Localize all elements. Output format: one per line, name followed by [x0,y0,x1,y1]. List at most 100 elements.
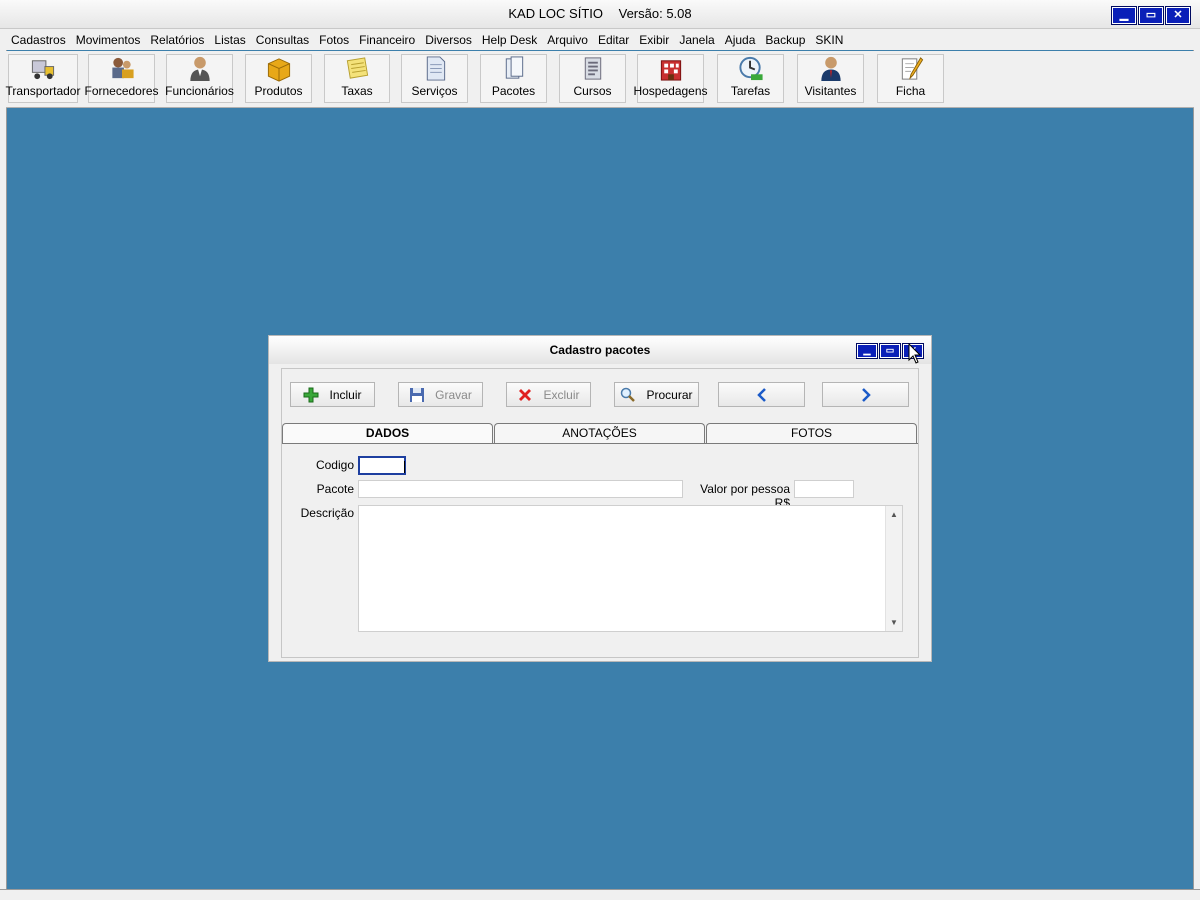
menu-backup[interactable]: Backup [760,33,810,47]
menu-financeiro[interactable]: Financeiro [354,33,420,47]
toolbar-funcionarios-button[interactable]: Funcionários [165,54,234,103]
valor-por-pessoa-field[interactable] [794,480,854,498]
minimize-icon[interactable]: ▁ [1111,6,1137,25]
window-frame-bottom [0,889,1200,900]
incluir-button[interactable]: Incluir [290,382,375,407]
toolbar-visitantes-button[interactable]: Visitantes [797,54,864,103]
menu-editar[interactable]: Editar [593,33,634,47]
toolbar-label: Transportador [5,84,81,98]
chevron-left-icon [756,387,766,402]
plus-icon [303,387,319,402]
tab-anotacoes[interactable]: ANOTAÇÕES [494,423,705,443]
menu-listas[interactable]: Listas [209,33,250,47]
toolbar-tarefas-button[interactable]: Tarefas [717,54,784,103]
toolbar-label: Ficha [895,84,926,98]
tab-panel-dados: Codigo Pacote Valor por pessoa R$ Descri… [282,443,918,656]
procurar-label: Procurar [646,387,693,402]
gravar-label: Gravar [435,387,472,402]
menu-janela[interactable]: Janela [674,33,719,47]
toolbar-fornecedores-button[interactable]: Fornecedores [84,54,159,103]
menu-fotos[interactable]: Fotos [314,33,354,47]
toolbar-ficha-button[interactable]: Ficha [877,54,944,103]
next-record-button[interactable] [822,382,909,407]
hotel-icon [660,60,681,81]
incluir-label: Incluir [329,387,362,402]
toolbar-servicos-button[interactable]: Serviços [401,54,468,103]
toolbar-label: Taxas [341,84,373,98]
toolbar-label: Visitantes [804,84,857,98]
scroll-up-icon[interactable]: ▲ [886,510,902,519]
menu-ajuda[interactable]: Ajuda [720,33,761,47]
toolbar-label: Fornecedores [84,84,159,98]
search-icon [621,387,636,402]
notepad-icon [346,57,369,79]
pages-icon [505,56,523,79]
toolbar-label: Produtos [254,84,303,98]
window-title: KAD LOC SÍTIO Versão: 5.08 [0,6,1200,21]
list-icon [584,57,601,80]
window-frame-left [0,0,7,900]
codigo-label: Codigo [315,458,354,472]
toolbar-label: Funcionários [165,84,234,98]
chevron-right-icon [861,387,871,402]
previous-record-button[interactable] [718,382,805,407]
toolbar-label: Pacotes [491,84,536,98]
scroll-down-icon[interactable]: ▼ [886,618,902,627]
menu-movimentos[interactable]: Movimentos [71,33,146,47]
maximize-icon[interactable]: ▭ [1138,6,1164,25]
close-icon[interactable]: ✕ [1165,6,1191,25]
truck-icon [31,60,55,80]
procurar-button[interactable]: Procurar [614,382,699,407]
dialog-title-bar: Cadastro pacotes ▁ ▭ ✕ [269,336,931,364]
toolbar-pacotes-button[interactable]: Pacotes [480,54,547,103]
clock-icon [738,56,763,81]
menu-help-desk[interactable]: Help Desk [477,33,542,47]
title-bar: KAD LOC SÍTIO Versão: 5.08 ▁ ▭ ✕ [0,0,1200,29]
tab-fotos[interactable]: FOTOS [706,423,917,443]
mouse-cursor-icon [908,343,922,364]
dialog-body: Incluir Gravar Excluir Procurar DADOS AN… [281,368,919,658]
gravar-button[interactable]: Gravar [398,382,483,407]
app-name: KAD LOC SÍTIO [508,6,603,21]
pacote-label: Pacote [316,482,354,496]
menu-relatorios[interactable]: Relatórios [145,33,209,47]
toolbar-transportador-button[interactable]: Transportador [5,54,81,103]
toolbar-label: Hospedagens [633,84,708,98]
document-icon [426,56,445,81]
app-version: Versão: 5.08 [618,6,692,21]
window-frame-right [1193,0,1200,900]
toolbar-label: Tarefas [730,84,771,98]
window-controls: ▁ ▭ ✕ [1111,6,1191,25]
menu-diversos[interactable]: Diversos [420,33,477,47]
pacote-field[interactable] [358,480,683,498]
suppliers-icon [111,57,134,79]
codigo-field[interactable] [358,456,406,475]
minimize-icon[interactable]: ▁ [856,343,878,359]
toolbar-label: Cursos [573,84,612,98]
toolbar-cursos-button[interactable]: Cursos [559,54,626,103]
descricao-textarea[interactable]: ▲ ▼ [358,505,903,632]
text-caret [404,461,405,473]
excluir-button[interactable]: Excluir [506,382,591,407]
toolbar-produtos-button[interactable]: Produtos [245,54,312,103]
toolbar-taxas-button[interactable]: Taxas [324,54,390,103]
box-icon [267,58,290,82]
delete-x-icon [519,388,532,401]
toolbar-hospedagens-button[interactable]: Hospedagens [633,54,708,103]
dialog-title: Cadastro pacotes [549,343,651,357]
tab-dados[interactable]: DADOS [282,423,493,443]
descricao-label: Descrição [300,506,354,520]
menu-cadastros[interactable]: Cadastros [6,33,71,47]
excluir-label: Excluir [543,387,580,402]
vertical-scrollbar[interactable]: ▲ ▼ [885,506,902,631]
menu-skin[interactable]: SKIN [810,33,848,47]
employee-icon [189,56,210,82]
menu-bar: Cadastros Movimentos Relatórios Listas C… [6,29,1194,50]
toolbar: Transportador Fornecedores Funcionários … [6,51,1194,108]
form-icon [901,57,923,80]
menu-consultas[interactable]: Consultas [251,33,314,47]
menu-arquivo[interactable]: Arquivo [542,33,593,47]
toolbar-label: Serviços [411,84,458,98]
maximize-icon[interactable]: ▭ [879,343,901,359]
menu-exibir[interactable]: Exibir [634,33,674,47]
